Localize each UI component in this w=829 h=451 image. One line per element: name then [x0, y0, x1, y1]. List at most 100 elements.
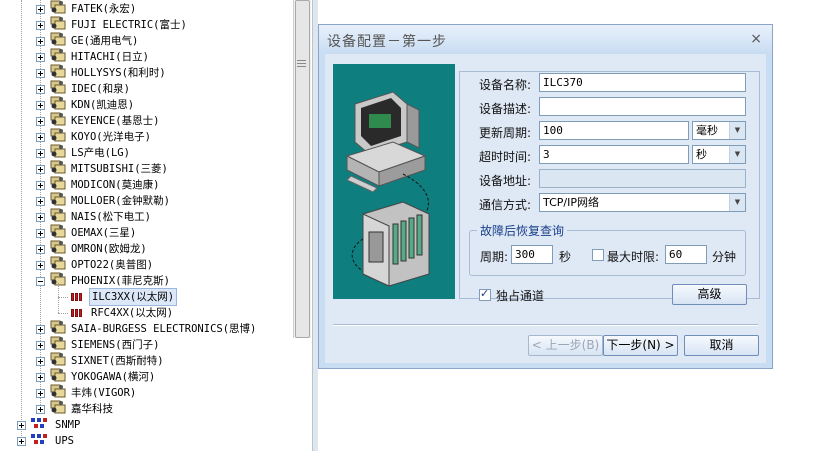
vendor-label: KOYO(光洋电子) — [71, 131, 151, 143]
computer-network-illustration — [333, 64, 455, 299]
expand-icon[interactable] — [36, 100, 45, 110]
expand-icon[interactable] — [36, 36, 45, 46]
expand-icon[interactable] — [36, 324, 45, 334]
vendor-label: SAIA-BURGESS ELECTRONICS(思博) — [71, 323, 257, 335]
dropdown-arrow-icon[interactable]: ▼ — [729, 194, 745, 211]
vendor-label: FATEK(永宏) — [71, 3, 137, 15]
group-icon — [31, 433, 53, 449]
dropdown-arrow-icon[interactable]: ▼ — [729, 122, 745, 139]
collapse-icon[interactable] — [36, 276, 45, 286]
expand-icon[interactable] — [36, 116, 45, 126]
vendor-node[interactable]: SAIA-BURGESS ELECTRONICS(思博) — [36, 320, 258, 337]
comm-mode-select[interactable]: TCP/IP网络 ▼ — [539, 193, 746, 212]
prev-step-button[interactable]: < 上一步(B) — [528, 335, 603, 356]
expand-icon[interactable] — [36, 372, 45, 382]
vendor-label: SIXNET(西斯耐特) — [71, 355, 164, 367]
vendor-label: PHOENIX(菲尼克斯) — [71, 275, 170, 287]
expand-icon[interactable] — [36, 4, 45, 14]
tree-connector-line — [58, 313, 68, 314]
expand-icon[interactable] — [36, 180, 45, 190]
tree-connector-line — [58, 283, 59, 313]
device-name-input[interactable]: ILC370 — [539, 73, 746, 92]
comm-mode-label: 通信方式: — [479, 198, 532, 212]
vendor-label: GE(通用电气) — [71, 35, 139, 47]
tree-connector-line — [58, 297, 68, 298]
expand-icon[interactable] — [36, 228, 45, 238]
vendor-label: OEMAX(三星) — [71, 227, 137, 239]
expand-icon[interactable] — [36, 356, 45, 366]
vendor-label: OPTO22(奥普图) — [71, 259, 154, 271]
expand-icon[interactable] — [36, 84, 45, 94]
expand-icon[interactable] — [36, 68, 45, 78]
max-limit-checkbox[interactable] — [592, 249, 604, 261]
device-label: RFC4XX(以太网) — [91, 307, 174, 319]
expand-icon[interactable] — [36, 132, 45, 142]
tree-connector-line — [21, 0, 22, 440]
group-label: SNMP — [55, 419, 81, 431]
vendor-label: MITSUBISHI(三菱) — [71, 163, 168, 175]
comm-mode-value: TCP/IP网络 — [543, 196, 599, 209]
close-icon[interactable]: × — [750, 31, 762, 47]
advanced-button[interactable]: 高级 — [672, 284, 747, 305]
exclusive-channel-checkbox[interactable] — [479, 287, 491, 301]
vendor-label: 嘉华科技 — [71, 403, 113, 415]
expand-icon[interactable] — [36, 244, 45, 254]
device-address-input[interactable] — [539, 169, 746, 188]
max-limit-unit: 分钟 — [712, 250, 737, 264]
group-icon — [31, 417, 53, 433]
group-node[interactable]: UPS — [17, 433, 76, 449]
timeout-unit-select[interactable]: 秒 ▼ — [692, 145, 746, 164]
vendor-label: HOLLYSYS(和利时) — [71, 67, 166, 79]
device-desc-input[interactable] — [539, 97, 746, 116]
timeout-unit-value: 秒 — [696, 148, 707, 161]
expand-icon[interactable] — [17, 420, 26, 430]
expand-icon[interactable] — [36, 164, 45, 174]
vendor-label: IDEC(和泉) — [71, 83, 130, 95]
dialog-separator — [333, 324, 758, 326]
vendor-node[interactable]: PHOENIX(菲尼克斯) — [36, 272, 172, 291]
vendor-label: KDN(凯迪恩) — [71, 99, 135, 111]
dropdown-arrow-icon[interactable]: ▼ — [729, 146, 745, 163]
group-node[interactable]: SNMP — [17, 417, 82, 433]
expand-icon[interactable] — [36, 148, 45, 158]
vendor-label: MOLLOER(金钟默勒) — [71, 195, 170, 207]
device-address-label: 设备地址: — [479, 174, 532, 188]
device-tree: FATEK(永宏) FUJI ELECTRIC(富士) GE(通用电气) HITACH… — [0, 0, 292, 451]
vendor-folder-icon — [50, 400, 69, 419]
device-icon — [71, 293, 85, 301]
expand-icon[interactable] — [36, 196, 45, 206]
expand-icon[interactable] — [17, 436, 26, 446]
device-config-dialog: 设备配置－第一步 × 设备名称: ILC370 设备描述: 更新周期: 100 … — [318, 24, 773, 369]
recovery-groupbox: 故障后恢复查询 周期: 300 秒 最大时限: 60 分钟 — [469, 222, 746, 276]
device-node[interactable]: ILC3XX(以太网) — [71, 288, 178, 306]
cancel-button[interactable]: 取消 — [684, 335, 759, 356]
max-limit-input[interactable]: 60 — [665, 245, 707, 264]
computer-plc-icon — [345, 91, 430, 287]
update-period-unit-select[interactable]: 毫秒 ▼ — [692, 121, 746, 140]
recovery-period-input[interactable]: 300 — [511, 245, 553, 264]
dialog-title: 设备配置－第一步 — [327, 34, 447, 50]
vendor-label: LS产电(LG) — [71, 147, 130, 159]
vendor-label: OMRON(欧姆龙) — [71, 243, 147, 255]
device-form: 设备名称: ILC370 设备描述: 更新周期: 100 毫秒 ▼ 超时时间: … — [459, 71, 760, 305]
expand-icon[interactable] — [36, 340, 45, 350]
timeout-input[interactable]: 3 — [539, 145, 689, 164]
tree-scroll-thumb[interactable] — [295, 0, 310, 338]
dialog-body: 设备名称: ILC370 设备描述: 更新周期: 100 毫秒 ▼ 超时时间: … — [325, 54, 766, 363]
expand-icon[interactable] — [36, 404, 45, 414]
update-period-input[interactable]: 100 — [539, 121, 689, 140]
next-step-button[interactable]: 下一步(N) > — [603, 335, 678, 356]
expand-icon[interactable] — [36, 260, 45, 270]
expand-icon[interactable] — [36, 52, 45, 62]
device-name-label: 设备名称: — [479, 78, 532, 92]
expand-icon[interactable] — [36, 212, 45, 222]
vendor-label: NAIS(松下电工) — [71, 211, 151, 223]
expand-icon[interactable] — [36, 388, 45, 398]
device-node[interactable]: RFC4XX(以太网) — [71, 305, 175, 321]
vendor-node[interactable]: 嘉华科技 — [36, 400, 115, 419]
vendor-label: MODICON(莫迪康) — [71, 179, 160, 191]
dialog-titlebar[interactable]: 设备配置－第一步 × — [319, 25, 772, 54]
expand-icon[interactable] — [36, 20, 45, 30]
vendor-folder-icon — [50, 272, 69, 291]
update-period-label: 更新周期: — [479, 126, 532, 140]
